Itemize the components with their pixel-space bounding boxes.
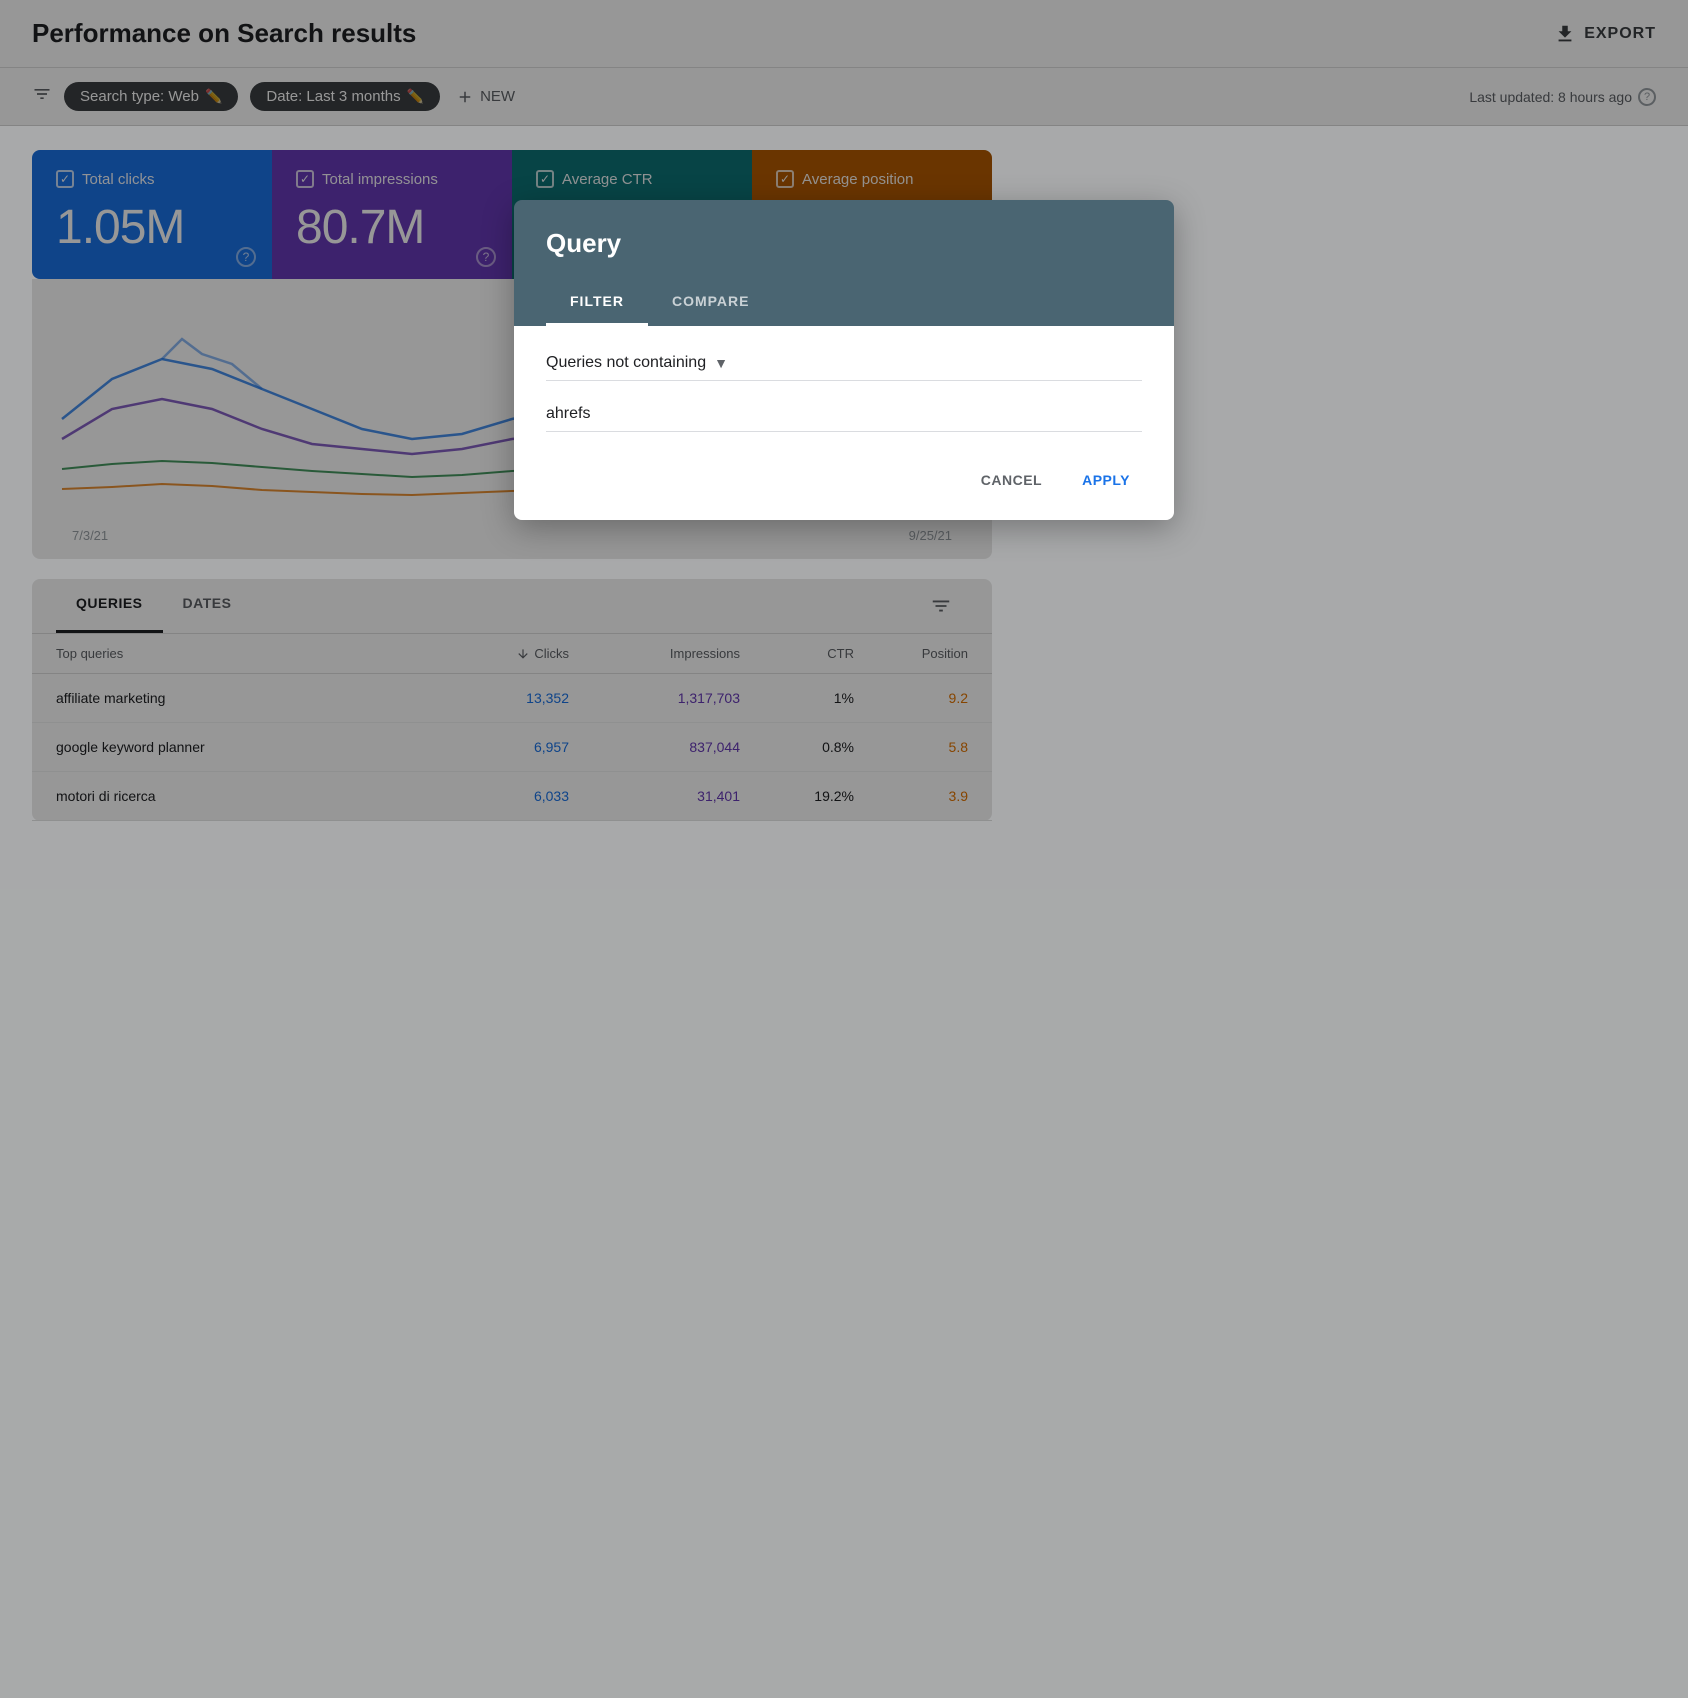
apply-button[interactable]: APPLY (1070, 464, 1142, 496)
query-dialog: Query FILTER COMPARE Queries not contain… (514, 200, 1174, 520)
dialog-title: Query (546, 228, 1142, 259)
cancel-button[interactable]: CANCEL (969, 464, 1054, 496)
filter-type-row: Queries not containing ▼ (546, 354, 1142, 381)
filter-type-label: Queries not containing (546, 354, 706, 372)
dialog-actions: CANCEL APPLY (546, 456, 1142, 496)
filter-value-row (546, 405, 1142, 432)
dialog-header: Query FILTER COMPARE (514, 200, 1174, 326)
dialog-tab-filter[interactable]: FILTER (546, 279, 648, 326)
dropdown-arrow-icon[interactable]: ▼ (714, 355, 728, 371)
dialog-body: Queries not containing ▼ CANCEL APPLY (514, 326, 1174, 520)
dialog-overlay: Query FILTER COMPARE Queries not contain… (0, 0, 1688, 1698)
dialog-tab-compare[interactable]: COMPARE (648, 279, 774, 326)
filter-value-input[interactable] (546, 405, 1142, 423)
dialog-tabs: FILTER COMPARE (546, 279, 1142, 326)
